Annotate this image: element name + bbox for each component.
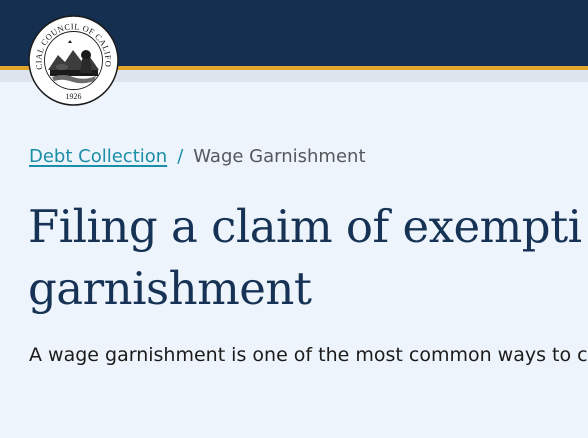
seal-year: 1926 <box>66 92 82 101</box>
intro-paragraph: A wage garnishment is one of the most co… <box>29 344 588 366</box>
breadcrumb-current-page: Wage Garnishment <box>193 146 366 167</box>
judicial-council-seal-icon[interactable]: JUDICIAL COUNCIL OF CALIFORNIA 1926 <box>28 15 119 106</box>
breadcrumb-separator: / <box>177 146 184 167</box>
breadcrumb-link-debt-collection[interactable]: Debt Collection <box>29 146 167 167</box>
breadcrumb: Debt Collection / Wage Garnishment <box>29 146 366 167</box>
page-title: Filing a claim of exempti garnishment <box>28 200 582 315</box>
